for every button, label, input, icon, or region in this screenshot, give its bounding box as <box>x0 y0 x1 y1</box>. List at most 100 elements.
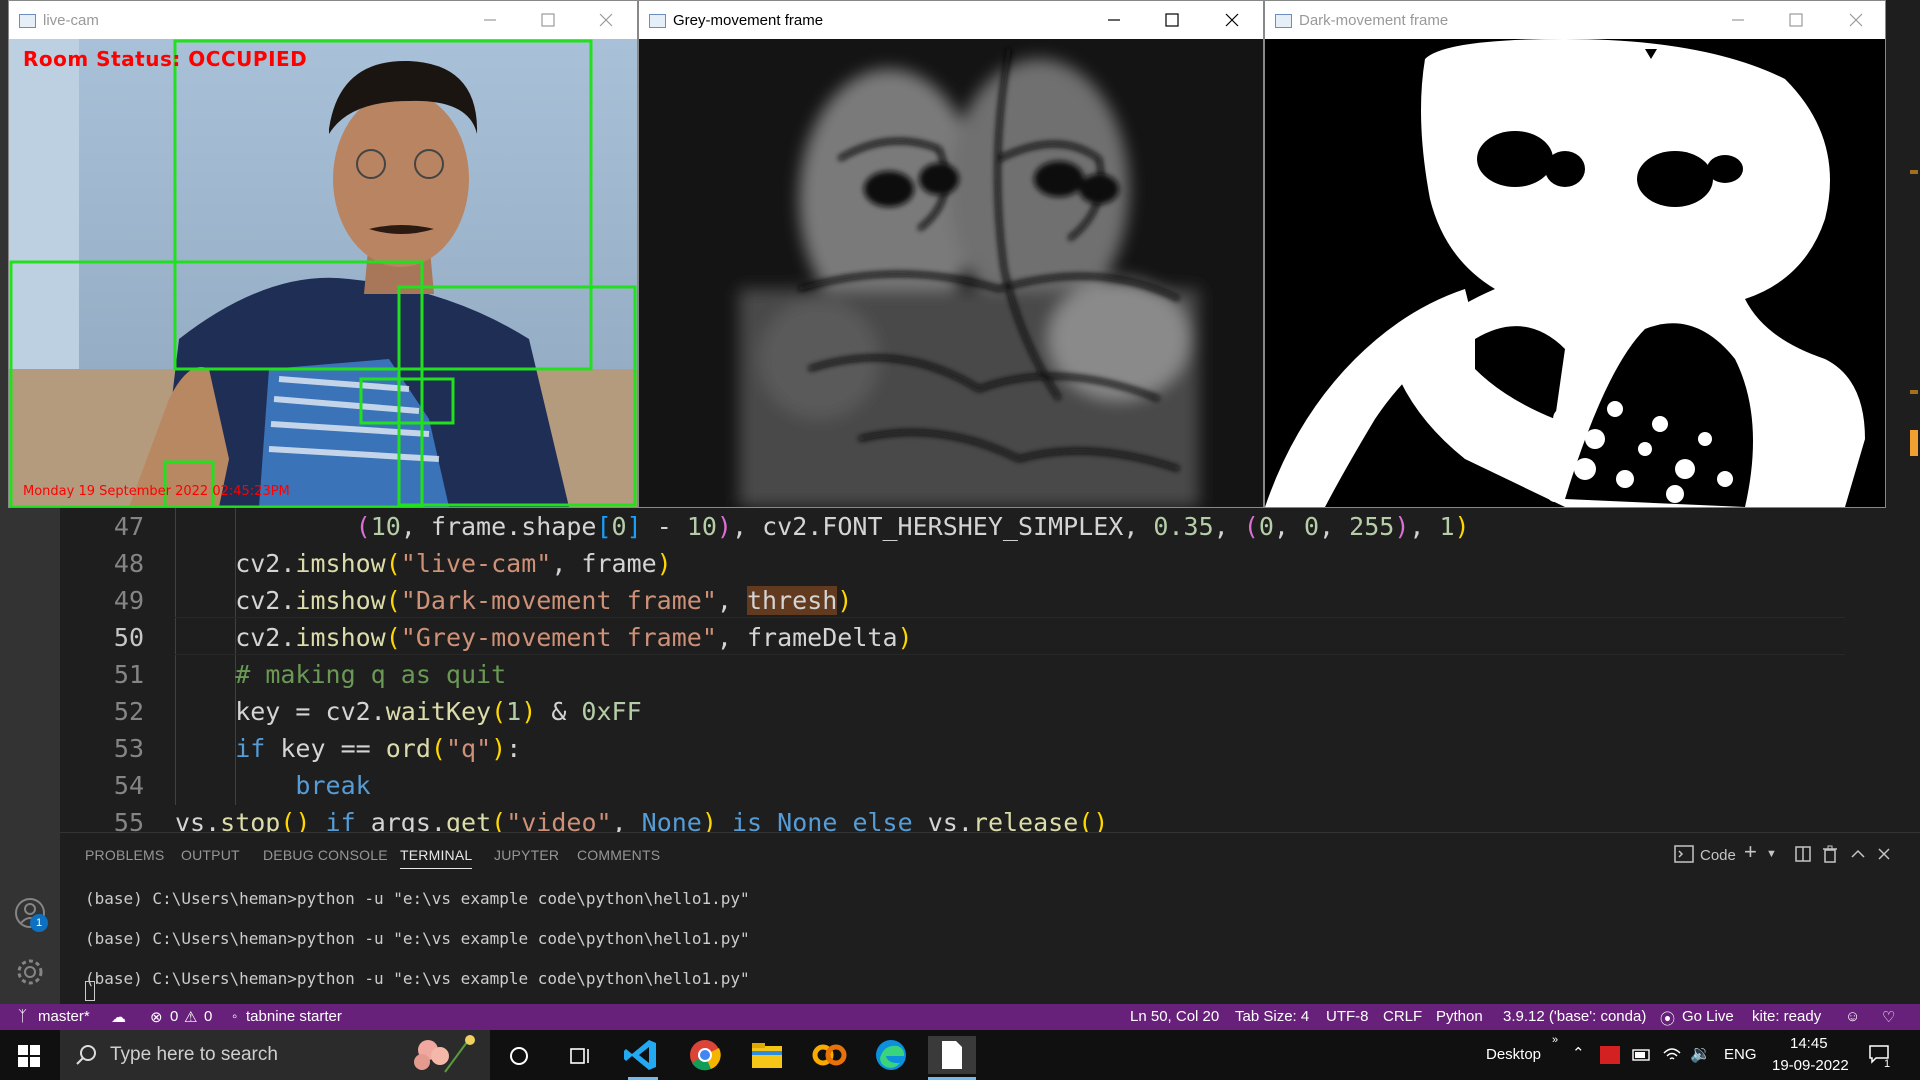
broadcast-icon: ⦿ <box>1660 1011 1676 1028</box>
window-icon <box>1275 14 1292 28</box>
battery-icon[interactable] <box>1632 1047 1652 1063</box>
warning-count[interactable]: 0 <box>204 1008 212 1025</box>
window-title: Dark-movement frame <box>1299 12 1449 29</box>
scroll-marker <box>1910 390 1918 394</box>
chrome-taskbar-icon[interactable] <box>686 1036 724 1074</box>
new-terminal-icon[interactable]: + <box>1744 839 1757 865</box>
branch-status[interactable]: master* <box>38 1008 90 1025</box>
code-line[interactable]: 49 cv2.imshow("Dark-movement frame", thr… <box>60 582 1860 620</box>
volume-icon[interactable]: 🔉 <box>1690 1044 1711 1064</box>
clock-date[interactable]: 19-09-2022 <box>1772 1057 1849 1074</box>
code-line[interactable]: 51 # making q as quit <box>60 656 1860 694</box>
clock-time[interactable]: 14:45 <box>1790 1035 1828 1052</box>
terminal-line: (base) C:\Users\heman>python -u "e:\vs e… <box>85 969 750 988</box>
code-line[interactable]: 50 cv2.imshow("Grey-movement frame", fra… <box>60 619 1860 657</box>
vscode-taskbar-icon[interactable] <box>622 1036 660 1074</box>
tray-expand-icon[interactable]: ⌃ <box>1572 1044 1585 1062</box>
title-bar[interactable]: live-cam <box>9 1 637 39</box>
wifi-icon[interactable] <box>1662 1045 1682 1063</box>
title-bar[interactable]: Dark-movement frame <box>1265 1 1885 39</box>
minimize-icon[interactable] <box>1727 9 1749 31</box>
python-interpreter[interactable]: 3.9.12 ('base': conda) <box>1503 1008 1646 1025</box>
feedback-icon[interactable]: ☺ <box>1845 1008 1860 1025</box>
maximize-icon[interactable] <box>1785 9 1807 31</box>
colab-taskbar-icon[interactable] <box>810 1036 848 1074</box>
code-line[interactable]: 48 cv2.imshow("live-cam", frame) <box>60 545 1860 583</box>
code-line[interactable]: 54 break <box>60 767 1860 805</box>
tab-output[interactable]: OUTPUT <box>181 847 240 863</box>
tray-app-icon[interactable] <box>1600 1046 1620 1064</box>
go-live-button[interactable]: Go Live <box>1682 1008 1734 1025</box>
code-line[interactable]: 47 (10, frame.shape[0] - 10), cv2.FONT_H… <box>60 508 1860 546</box>
close-icon[interactable] <box>1221 9 1243 31</box>
title-bar[interactable]: Grey-movement frame <box>639 1 1263 39</box>
chevron-down-icon[interactable]: ▼ <box>1766 848 1777 860</box>
timestamp-label: Monday 19 September 2022 02:45:23PM <box>23 484 290 499</box>
maximize-icon[interactable] <box>537 9 559 31</box>
scrollbar-vertical[interactable] <box>1906 40 1920 660</box>
maximize-icon[interactable] <box>1161 9 1183 31</box>
toolbar-chevron-icon[interactable]: » <box>1552 1034 1558 1046</box>
accounts-badge: 1 <box>30 914 48 932</box>
desktop-toolbar[interactable]: Desktop <box>1486 1046 1541 1063</box>
tab-problems[interactable]: PROBLEMS <box>85 847 164 863</box>
task-view-icon[interactable] <box>568 1045 592 1067</box>
tab-size[interactable]: Tab Size: 4 <box>1235 1008 1309 1025</box>
live-cam-window[interactable]: live-cam Room Status: OCCUPIED Monday 19… <box>8 0 638 508</box>
webcam-frame <box>9 39 637 507</box>
terminal-icon <box>1674 845 1694 863</box>
input-language[interactable]: ENG <box>1724 1046 1757 1063</box>
line-number: 53 <box>113 734 144 763</box>
minimize-icon[interactable] <box>1103 9 1125 31</box>
notification-count: 1 <box>1884 1058 1891 1070</box>
code-line[interactable]: 53 if key == ord("q"): <box>60 730 1860 768</box>
window-icon <box>19 14 36 28</box>
code-text: cv2.imshow("live-cam", frame) <box>175 549 672 578</box>
code-text: vs.stop() if args.get("video", None) is … <box>175 808 1109 832</box>
maximize-panel-icon[interactable] <box>1850 847 1866 861</box>
tab-jupyter[interactable]: JUPYTER <box>494 847 559 863</box>
search-box[interactable]: Type here to search <box>60 1030 490 1080</box>
line-ending[interactable]: CRLF <box>1383 1008 1422 1025</box>
close-icon[interactable] <box>1845 9 1867 31</box>
kite-status[interactable]: kite: ready <box>1752 1008 1821 1025</box>
windows-start-icon[interactable] <box>18 1045 40 1067</box>
cursor-position[interactable]: Ln 50, Col 20 <box>1130 1008 1219 1025</box>
tab-comments[interactable]: COMMENTS <box>577 847 660 863</box>
file-explorer-icon[interactable] <box>748 1036 786 1074</box>
tab-debug-console[interactable]: DEBUG CONSOLE <box>263 847 388 863</box>
edge-taskbar-icon[interactable] <box>872 1036 910 1074</box>
cortana-icon[interactable] <box>508 1045 530 1067</box>
code-text: cv2.imshow("Grey-movement frame", frameD… <box>175 623 913 652</box>
tab-terminal[interactable]: TERMINAL <box>400 847 473 869</box>
close-icon[interactable] <box>595 9 617 31</box>
status-bar: ᛉ master* ☁ ⊗ 0 ⚠ 0 ◦ tabnine starter Ln… <box>0 1004 1920 1030</box>
code-text: # making q as quit <box>235 660 507 689</box>
code-text: cv2.imshow("Dark-movement frame", thresh… <box>175 586 853 615</box>
search-placeholder: Type here to search <box>110 1044 278 1065</box>
bell-icon[interactable]: ♡ <box>1882 1008 1895 1026</box>
error-count[interactable]: 0 <box>170 1008 178 1025</box>
code-line[interactable]: 55 vs.stop() if args.get("video", None) i… <box>60 804 1860 832</box>
grey-movement-window[interactable]: Grey-movement frame <box>638 0 1264 508</box>
error-icon[interactable]: ⊗ <box>150 1008 163 1026</box>
notepad-taskbar-icon[interactable] <box>928 1036 976 1074</box>
grey-delta-frame <box>639 39 1263 507</box>
line-number: 50 <box>113 623 144 652</box>
code-line[interactable]: 52 key = cv2.waitKey(1) & 0xFF <box>60 693 1860 731</box>
trash-icon[interactable] <box>1822 845 1838 863</box>
warning-icon[interactable]: ⚠ <box>184 1008 197 1026</box>
split-terminal-icon[interactable] <box>1795 846 1811 862</box>
close-panel-icon[interactable] <box>1876 846 1892 862</box>
encoding[interactable]: UTF-8 <box>1326 1008 1369 1025</box>
tabnine-status[interactable]: tabnine starter <box>246 1008 342 1025</box>
minimize-icon[interactable] <box>479 9 501 31</box>
sync-icon[interactable]: ☁ <box>111 1008 126 1026</box>
language-mode[interactable]: Python <box>1436 1008 1483 1025</box>
terminal-name[interactable]: Code <box>1700 847 1736 864</box>
dark-movement-window[interactable]: Dark-movement frame <box>1264 0 1886 508</box>
gear-icon[interactable] <box>12 954 48 990</box>
bottom-panel: PROBLEMS OUTPUT DEBUG CONSOLE TERMINAL J… <box>60 832 1920 1005</box>
window-title: Grey-movement frame <box>673 12 824 29</box>
line-number: 49 <box>113 586 144 615</box>
